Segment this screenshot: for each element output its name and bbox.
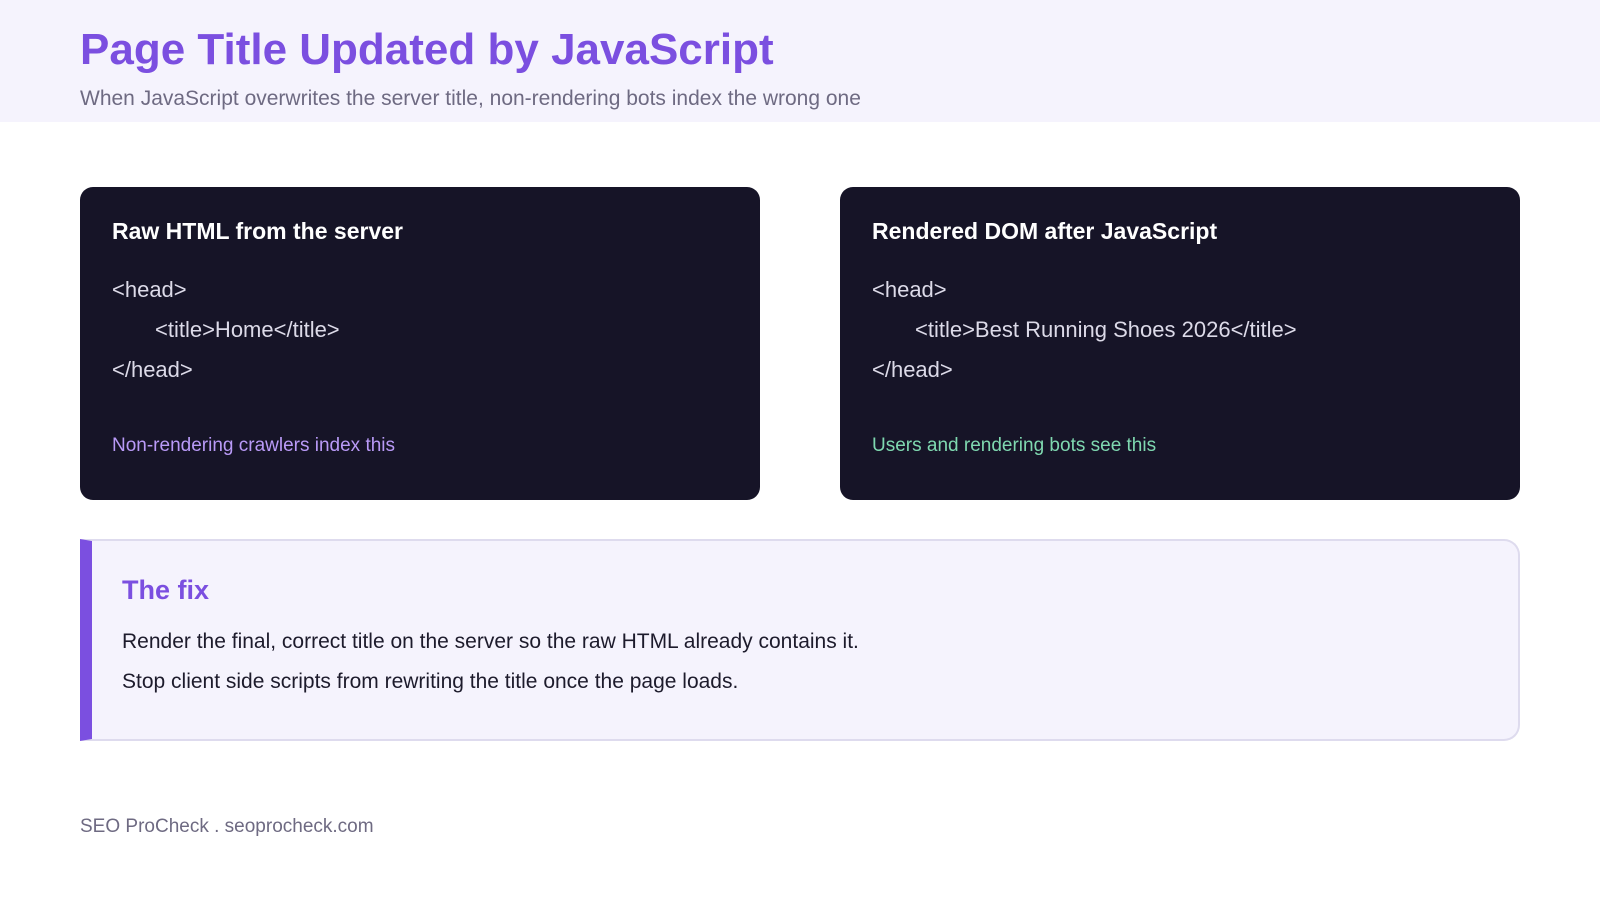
panel-note: Users and rendering bots see this bbox=[872, 435, 1157, 456]
rendered-dom-panel: Rendered DOM after JavaScript <head> <ti… bbox=[840, 187, 1520, 500]
header-banner: Page Title Updated by JavaScript When Ja… bbox=[0, 0, 1600, 122]
fix-line: Stop client side scripts from rewriting … bbox=[122, 670, 739, 693]
panel-note: Non-rendering crawlers index this bbox=[112, 435, 396, 456]
footer-credit: SEO ProCheck . seoprocheck.com bbox=[80, 816, 374, 837]
fix-title: The fix bbox=[122, 575, 210, 605]
fix-line: Render the final, correct title on the s… bbox=[122, 630, 859, 653]
code-line-head-open: <head> bbox=[872, 277, 947, 302]
fix-callout: The fix Render the final, correct title … bbox=[80, 539, 1520, 741]
panel-title: Rendered DOM after JavaScript bbox=[872, 218, 1218, 244]
code-line-head-open: <head> bbox=[112, 277, 187, 302]
page-subtitle: When JavaScript overwrites the server ti… bbox=[80, 87, 861, 110]
raw-html-panel: Raw HTML from the server <head> <title>H… bbox=[80, 187, 760, 500]
code-line-head-close: </head> bbox=[872, 357, 953, 382]
page-title: Page Title Updated by JavaScript bbox=[80, 25, 774, 74]
code-line-head-close: </head> bbox=[112, 357, 193, 382]
panel-title: Raw HTML from the server bbox=[112, 218, 403, 244]
code-line-title: <title>Home</title> bbox=[155, 317, 340, 342]
code-line-title: <title>Best Running Shoes 2026</title> bbox=[915, 317, 1297, 342]
